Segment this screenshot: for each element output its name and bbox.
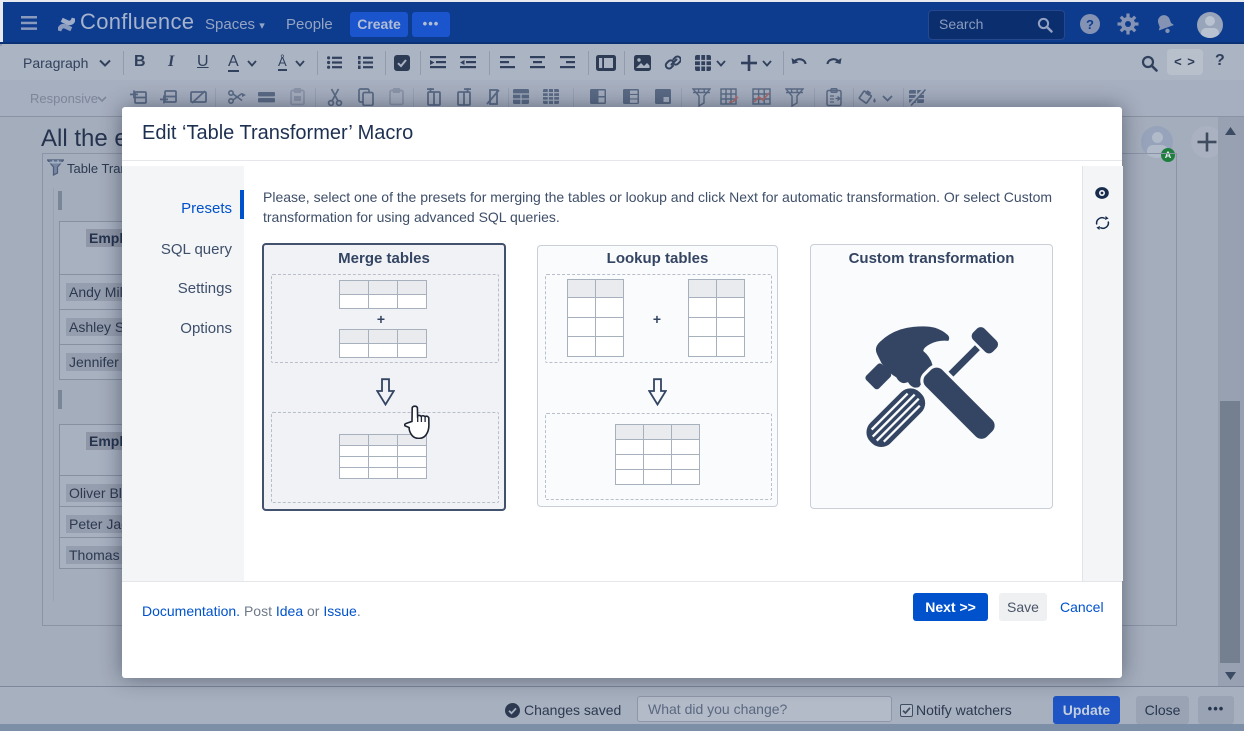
svg-text:?: ? [1086, 17, 1094, 32]
